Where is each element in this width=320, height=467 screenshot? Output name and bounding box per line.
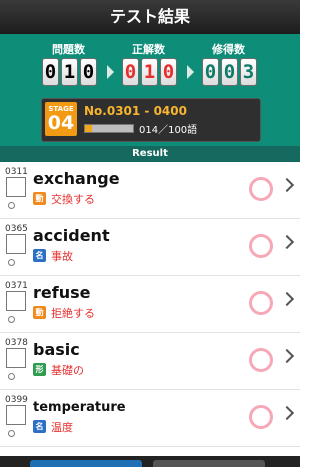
correct-circle-icon [249,405,273,429]
correct-circle-icon [249,234,273,258]
pos-tag: 名 [33,420,46,433]
small-circle-icon [8,259,15,266]
result-header-label: Result [132,148,168,159]
bottom-bar [0,456,300,467]
arrow-right-icon [107,65,114,79]
word-meaning: 交換する [51,193,95,206]
small-circle-icon [8,430,15,437]
small-circle-icon [8,373,15,380]
word-text: temperature [33,400,126,415]
check-box[interactable] [6,291,26,311]
counter-digit: 0 [80,58,97,86]
pos-tag: 形 [33,363,46,376]
word-row[interactable]: 0371 refuse 動 拒絶する [0,276,300,333]
check-box[interactable] [6,234,26,254]
check-box[interactable] [6,348,26,368]
counter-digit: 0 [202,58,219,86]
stage-number: 04 [47,112,75,134]
small-circle-icon [8,316,15,323]
counter-digit: 0 [221,58,238,86]
check-box[interactable] [6,405,26,425]
word-number: 0311 [5,167,28,177]
word-meaning: 事故 [51,250,73,263]
pos-tag: 動 [33,192,46,205]
check-box[interactable] [6,177,26,197]
word-text: basic [33,340,80,359]
word-row[interactable]: 0378 basic 形 基礎の [0,333,300,390]
word-number: 0371 [5,281,28,291]
counter-digit: 3 [240,58,257,86]
word-meaning: 温度 [51,421,73,434]
chevron-right-icon[interactable] [279,348,295,364]
stage-badge: STAGE 04 [45,102,77,136]
word-row[interactable]: 0365 accident 名 事故 [0,219,300,276]
stage-range: No.0301 - 0400 [84,104,187,118]
counter-digit: 1 [141,58,158,86]
chevron-right-icon[interactable] [279,234,295,250]
word-number: 0378 [5,338,28,348]
title-bar: テスト結果 [0,0,300,34]
stats-panel: 問題数 正解数 修得数 0 1 0 0 1 0 0 0 3 STAGE 04 N… [0,34,300,146]
bottom-right-button[interactable] [153,460,265,467]
correct-label: 正解数 [132,43,165,56]
chevron-right-icon[interactable] [279,405,295,421]
chevron-right-icon[interactable] [279,177,295,193]
progress-count: 014／100語 [139,125,198,136]
page-title: テスト結果 [109,7,190,26]
arrow-right-icon [187,65,194,79]
pos-tag: 動 [33,306,46,319]
word-text: accident [33,226,110,245]
correct-counter: 0 1 0 [122,58,177,86]
word-meaning: 基礎の [51,364,84,377]
mastered-counter: 0 0 3 [202,58,257,86]
word-row[interactable]: 0399 temperature 名 温度 [0,390,300,447]
counter-digit: 0 [42,58,59,86]
word-row[interactable]: 0311 exchange 動 交換する [0,162,300,219]
stage-info: STAGE 04 No.0301 - 0400 014／100語 [41,98,261,142]
word-number: 0399 [5,395,28,405]
word-text: refuse [33,283,91,302]
word-meaning: 拒絶する [51,307,95,320]
correct-circle-icon [249,177,273,201]
mastered-label: 修得数 [212,43,245,56]
small-circle-icon [8,202,15,209]
correct-circle-icon [249,291,273,315]
counter-digit: 0 [160,58,177,86]
questions-label: 問題数 [52,43,85,56]
bottom-left-button[interactable] [30,460,142,467]
counter-digit: 1 [61,58,78,86]
chevron-right-icon[interactable] [279,291,295,307]
pos-tag: 名 [33,249,46,262]
counter-digit: 0 [122,58,139,86]
questions-counter: 0 1 0 [42,58,97,86]
word-text: exchange [33,169,120,188]
word-list: 0311 exchange 動 交換する 0365 accident 名 事故 … [0,162,300,447]
stage-progress-bar [84,124,134,133]
result-header: Result [0,146,300,162]
progress-fill [85,125,92,132]
word-number: 0365 [5,224,28,234]
correct-circle-icon [249,348,273,372]
